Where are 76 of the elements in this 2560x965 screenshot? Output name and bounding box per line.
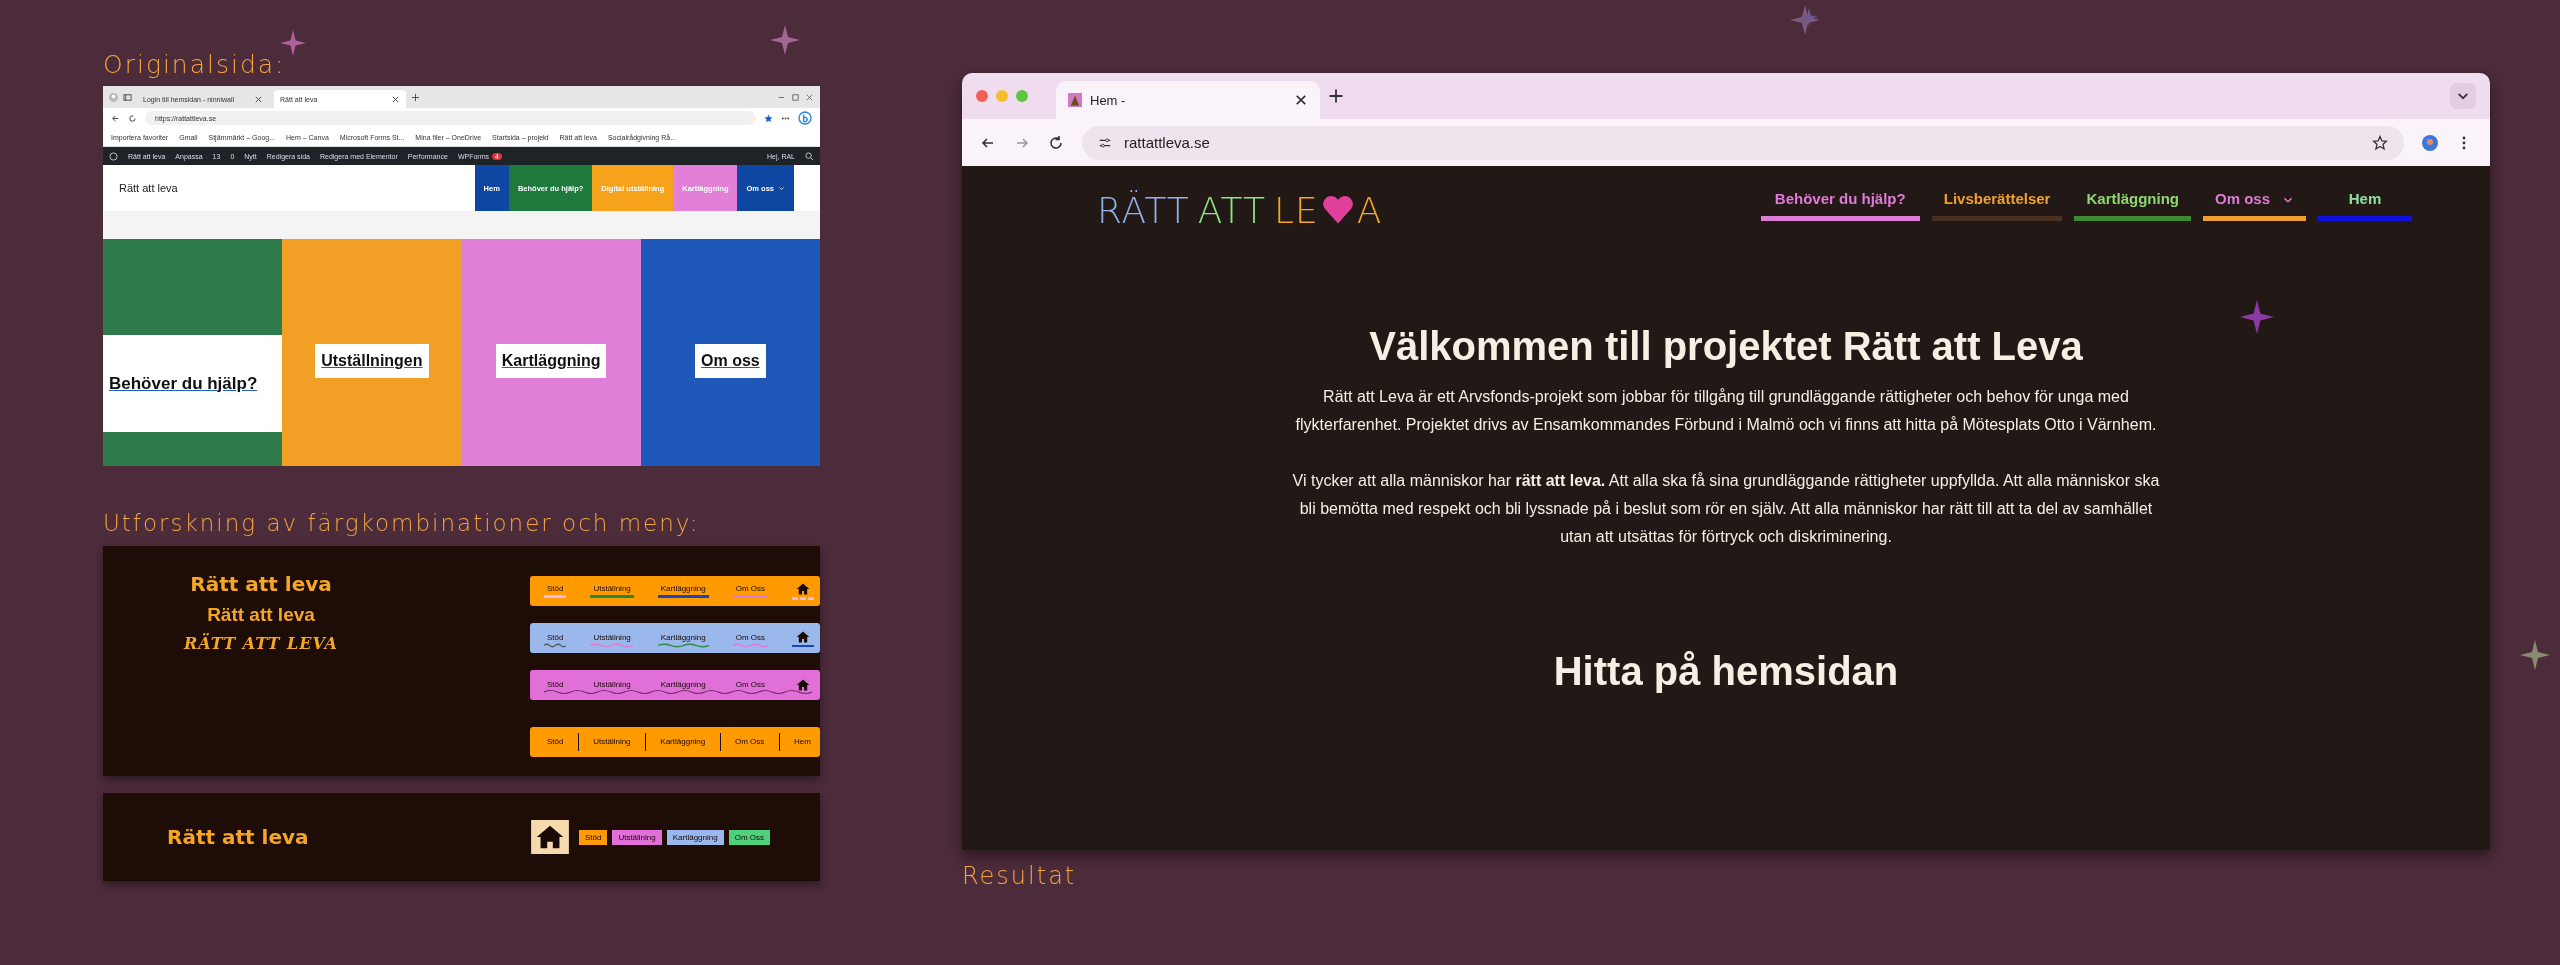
menu-button[interactable]: Om Oss [728, 829, 770, 845]
menu-item[interactable]: Stöd [544, 736, 567, 748]
category-tile[interactable]: Utställningen [282, 239, 462, 466]
tab-list-icon[interactable] [123, 92, 132, 102]
tile-link[interactable]: Kartläggning [495, 343, 607, 378]
nav-link[interactable]: Kartläggning [2074, 190, 2191, 221]
logo-text: Rätt att leva [190, 572, 332, 596]
tile-link[interactable]: Utställningen [315, 343, 429, 378]
back-icon[interactable] [111, 113, 120, 123]
plus-icon[interactable] [411, 92, 420, 102]
section-heading: Hitta på hemsidan [1553, 649, 1899, 694]
menu-item[interactable]: Stöd [544, 584, 567, 598]
intro-paragraph: Vi tycker att alla människor har rätt att leva. Att alla ska få sina grundläggande rättigheter uppfyllda. Att alla människor ska bli bemötta med respekt och bli lyssnade på i beslut som rör en själv. Att alla människor har rätt till att ta del av samhället utan att utsättas för förtryck och diskriminering. [1291, 471, 2161, 547]
bookmark-star-icon[interactable] [2372, 134, 2388, 151]
tile-link[interactable]: Behöver du hjälp? [103, 335, 283, 432]
site-settings-icon[interactable] [1098, 135, 1112, 150]
sparkle-icon [2520, 640, 2550, 670]
category-tile[interactable]: Om oss [640, 239, 820, 466]
menu-item[interactable]: Kartläggning [657, 679, 709, 691]
logo-text[interactable]: LE [1273, 189, 1319, 231]
section-heading: Utforskning av färgkombinationer och meny: [103, 509, 700, 538]
logo-text[interactable]: RÄTT [1097, 189, 1190, 231]
logo-text[interactable]: A [1356, 189, 1383, 231]
menu-item[interactable]: Hem [791, 736, 814, 748]
menu-button[interactable]: Stöd [578, 829, 608, 845]
menu-item[interactable]: Utställning [590, 679, 634, 691]
close-icon[interactable] [391, 94, 400, 104]
category-tile[interactable]: Kartläggning [461, 239, 641, 466]
nav-link[interactable]: Om oss [2202, 190, 2306, 221]
close-icon[interactable] [1294, 93, 1308, 107]
logo-text: Rätt att leva [167, 825, 309, 849]
menu-item[interactable]: Om Oss [732, 736, 768, 748]
sparkle-icon [770, 25, 800, 55]
menu-item[interactable]: Kartläggning [657, 736, 709, 748]
category-tile[interactable]: Behöver du hjälp? [103, 239, 283, 466]
logo-text: Rätt att leva [207, 604, 315, 626]
menu-button[interactable]: Kartläggning [666, 829, 724, 845]
menu-item[interactable]: Om Oss [732, 584, 768, 598]
logo-text: RÄTT ATT LEVA [184, 634, 338, 653]
close-icon[interactable] [254, 94, 263, 104]
menu-item[interactable]: Utställning [590, 736, 634, 748]
menu-item[interactable]: Utställning [590, 584, 634, 598]
wordpress-icon[interactable] [109, 151, 118, 161]
caret-icon [778, 184, 785, 192]
browser-tab[interactable]: Hem - [1056, 81, 1320, 119]
menu-button[interactable]: Utställning [612, 829, 662, 845]
home-icon[interactable] [530, 820, 569, 854]
favicon-icon [1068, 93, 1082, 107]
chevron-down-icon[interactable] [2450, 83, 2476, 109]
nav-link[interactable]: Behöver du hjälp? [1760, 190, 1920, 221]
address-field[interactable]: rattattleva.se [1082, 125, 2404, 160]
close-window-icon[interactable] [976, 90, 988, 102]
home-icon[interactable] [791, 629, 814, 647]
tile-link[interactable]: Om oss [695, 343, 766, 378]
menu-item[interactable]: Kartläggning [657, 632, 709, 644]
site-title: Rätt att leva [119, 182, 178, 194]
menu-item[interactable]: Om Oss [732, 632, 768, 644]
plus-icon[interactable] [1328, 88, 1344, 104]
result-caption: Resultat [962, 862, 1078, 890]
nav-link[interactable]: Hem [2318, 190, 2412, 221]
nav-link[interactable]: Livsberättelser [1931, 190, 2063, 221]
menu-item[interactable]: Stöd [544, 679, 567, 691]
menu-item[interactable]: Om Oss [732, 679, 768, 691]
profile-avatar-icon[interactable] [2422, 134, 2438, 151]
menu-item[interactable]: Kartläggning [657, 584, 709, 598]
menu-item[interactable]: Utställning [590, 632, 634, 644]
reload-icon[interactable] [1048, 134, 1064, 151]
star-icon[interactable] [764, 113, 773, 123]
welcome-heading: Välkommen till projektet Rätt att Leva [1369, 324, 2083, 369]
sparkle-icon [2240, 300, 2274, 334]
logo-text[interactable]: ATT [1197, 189, 1266, 231]
search-icon[interactable] [805, 151, 814, 161]
menu-item[interactable]: Stöd [544, 632, 567, 644]
sparkle-icon [280, 30, 306, 56]
section-heading: Originalsida: [103, 49, 286, 81]
intro-paragraph: Rätt att Leva är ett Arvsfonds-projekt som jobbar för tillgång till grundläggande rättigheter och behov för unga med flykterfarenhet. Projektet drivs av Ensamkommandes Förbund i Malmö och vi finns att hitta på Mötesplats Otto i Värnhem. [1294, 387, 2158, 435]
